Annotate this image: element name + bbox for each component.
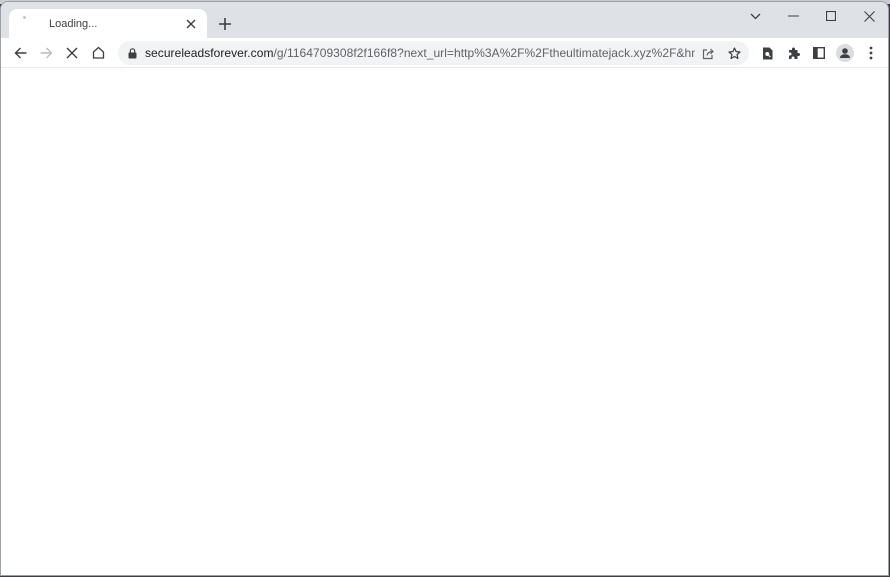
url-domain: secureleadsforever.com	[145, 46, 274, 60]
tab-search-button[interactable]	[736, 2, 774, 30]
address-bar[interactable]: secureleadsforever.com/g/1164709308f2f16…	[118, 41, 749, 65]
tab-title: Loading...	[49, 17, 98, 30]
tab-loading[interactable]: Loading...	[9, 9, 207, 38]
url-text[interactable]: secureleadsforever.com/g/1164709308f2f16…	[145, 46, 695, 60]
search-page-button[interactable]	[754, 40, 780, 66]
arrow-right-icon	[40, 47, 52, 58]
side-panel-icon	[813, 47, 825, 59]
browser-window: Loading... secureleadsforever.com/g/1164…	[0, 1, 889, 576]
minimize-button[interactable]	[774, 2, 812, 30]
close-window-button[interactable]	[850, 2, 888, 30]
lock-icon	[128, 47, 137, 58]
back-button[interactable]	[7, 40, 33, 66]
kebab-menu-icon	[869, 46, 873, 60]
extensions-button[interactable]	[780, 40, 806, 66]
maximize-button[interactable]	[812, 2, 850, 30]
avatar-icon	[836, 44, 854, 62]
tab-close-button[interactable]	[181, 14, 201, 34]
minimize-icon	[787, 15, 799, 17]
new-tab-button[interactable]	[214, 13, 236, 35]
loading-spinner-icon	[21, 15, 37, 32]
stop-button[interactable]	[59, 40, 85, 66]
profile-button[interactable]	[832, 40, 858, 66]
bookmark-button[interactable]	[721, 41, 747, 65]
tab-strip: Loading...	[1, 2, 888, 38]
side-panel-button[interactable]	[806, 40, 832, 66]
share-button[interactable]	[695, 41, 721, 65]
home-icon	[92, 46, 104, 59]
forward-button[interactable]	[33, 40, 59, 66]
maximize-icon	[826, 11, 836, 21]
home-button[interactable]	[85, 40, 111, 66]
stop-loading-icon	[66, 47, 78, 58]
close-icon	[863, 10, 875, 22]
chevron-down-icon	[750, 13, 760, 19]
arrow-left-icon	[14, 47, 26, 58]
plus-icon	[219, 18, 231, 30]
menu-button[interactable]	[858, 40, 884, 66]
window-controls	[736, 2, 888, 32]
page-content	[1, 67, 888, 575]
close-icon	[186, 19, 196, 28]
puzzle-icon	[788, 47, 800, 59]
url-path: /g/1164709308f2f166f8?next_url=http%3A%2…	[273, 46, 696, 60]
extensions-area	[754, 40, 884, 66]
toolbar: secureleadsforever.com/g/1164709308f2f16…	[1, 38, 888, 67]
share-icon	[702, 48, 714, 59]
search-page-icon	[762, 47, 772, 59]
star-icon	[727, 46, 741, 59]
